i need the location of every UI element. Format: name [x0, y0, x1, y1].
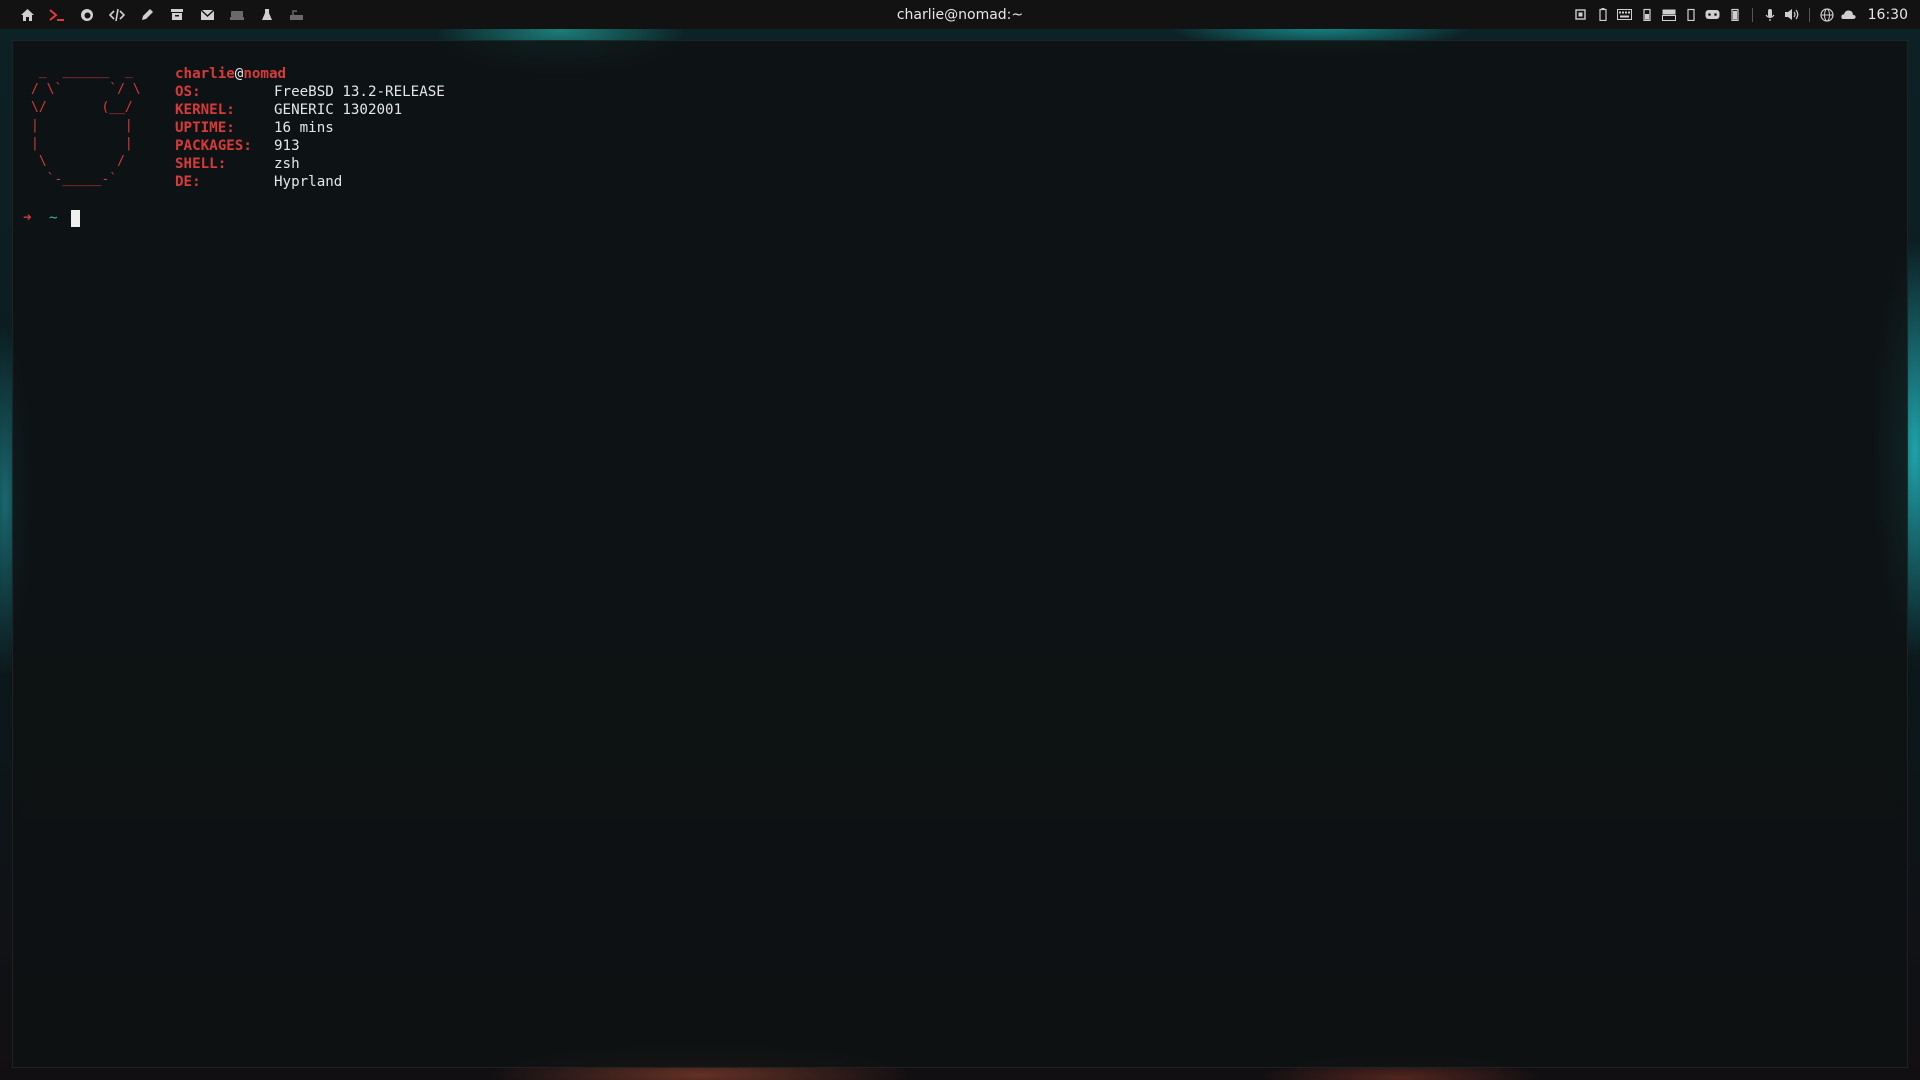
hostname: nomad — [243, 66, 287, 82]
text-cursor — [71, 209, 80, 227]
flask-icon[interactable] — [252, 0, 282, 29]
shell-prompt[interactable]: ➜ ~ — [23, 209, 80, 227]
mail-icon[interactable] — [192, 0, 222, 29]
globe-icon[interactable] — [1816, 0, 1838, 29]
tray-separator — [1808, 7, 1810, 22]
terminal-window[interactable]: _ ______ _ / \` `/ \ \/ (__/ | | | | \ /… — [12, 40, 1908, 1068]
info-row-shell: SHELL: zsh — [175, 155, 445, 173]
gamepad-icon[interactable] — [1702, 0, 1724, 29]
battery-icon[interactable] — [1592, 0, 1614, 29]
info-row-kernel: KERNEL: GENERIC 1302001 — [175, 101, 445, 119]
info-key: OS: — [175, 84, 201, 100]
info-value: 16 mins — [274, 120, 334, 136]
info-value: zsh — [274, 156, 300, 172]
info-key: PACKAGES: — [175, 138, 252, 154]
pen-icon[interactable] — [132, 0, 162, 29]
prompt-arrow-icon: ➜ — [23, 210, 32, 226]
home-icon[interactable] — [12, 0, 42, 29]
cpu-icon[interactable] — [1570, 0, 1592, 29]
device-icon[interactable] — [222, 0, 252, 29]
prompt-directory: ~ — [49, 210, 58, 226]
info-row-os: OS: FreeBSD 13.2-RELEASE — [175, 83, 445, 101]
freebsd-ascii-logo: _ ______ _ / \` `/ \ \/ (__/ | | | | \ /… — [31, 64, 141, 187]
info-value: GENERIC 1302001 — [274, 102, 403, 118]
username: charlie — [175, 66, 235, 82]
system-tray: 16:30 — [1570, 0, 1920, 29]
code-icon[interactable] — [102, 0, 132, 29]
archive-icon[interactable] — [162, 0, 192, 29]
firefox-icon[interactable] — [72, 0, 102, 29]
volume-icon[interactable] — [1781, 0, 1803, 29]
launcher-icons — [0, 0, 312, 29]
info-value: FreeBSD 13.2-RELEASE — [274, 84, 445, 100]
info-key: UPTIME: — [175, 120, 235, 136]
info-key: DE: — [175, 174, 201, 190]
info-value: Hyprland — [274, 174, 343, 190]
system-info: charlie@nomad OS: FreeBSD 13.2-RELEASE K… — [175, 65, 445, 191]
battery-small-icon[interactable] — [1636, 0, 1658, 29]
battery-tiny-icon[interactable] — [1724, 0, 1746, 29]
terminal-icon[interactable] — [42, 0, 72, 29]
info-key: KERNEL: — [175, 102, 235, 118]
clock[interactable]: 16:30 — [1868, 7, 1908, 23]
microphone-icon[interactable] — [1759, 0, 1781, 29]
info-row-packages: PACKAGES: 913 — [175, 137, 445, 155]
info-row-de: DE: Hyprland — [175, 173, 445, 191]
keyboard-layout-icon[interactable] — [1614, 0, 1636, 29]
keyboard-icon[interactable] — [282, 0, 312, 29]
info-row-uptime: UPTIME: 16 mins — [175, 119, 445, 137]
battery-tall-icon[interactable] — [1680, 0, 1702, 29]
storage-icon[interactable] — [1658, 0, 1680, 29]
window-title: charlie@nomad:~ — [896, 6, 1024, 23]
user-host: charlie@nomad — [175, 65, 445, 83]
info-value: 913 — [274, 138, 300, 154]
top-bar: charlie@nomad:~ 16:30 — [0, 0, 1920, 29]
info-key: SHELL: — [175, 156, 227, 172]
tray-separator — [1751, 7, 1753, 22]
cloud-icon[interactable] — [1838, 0, 1860, 29]
